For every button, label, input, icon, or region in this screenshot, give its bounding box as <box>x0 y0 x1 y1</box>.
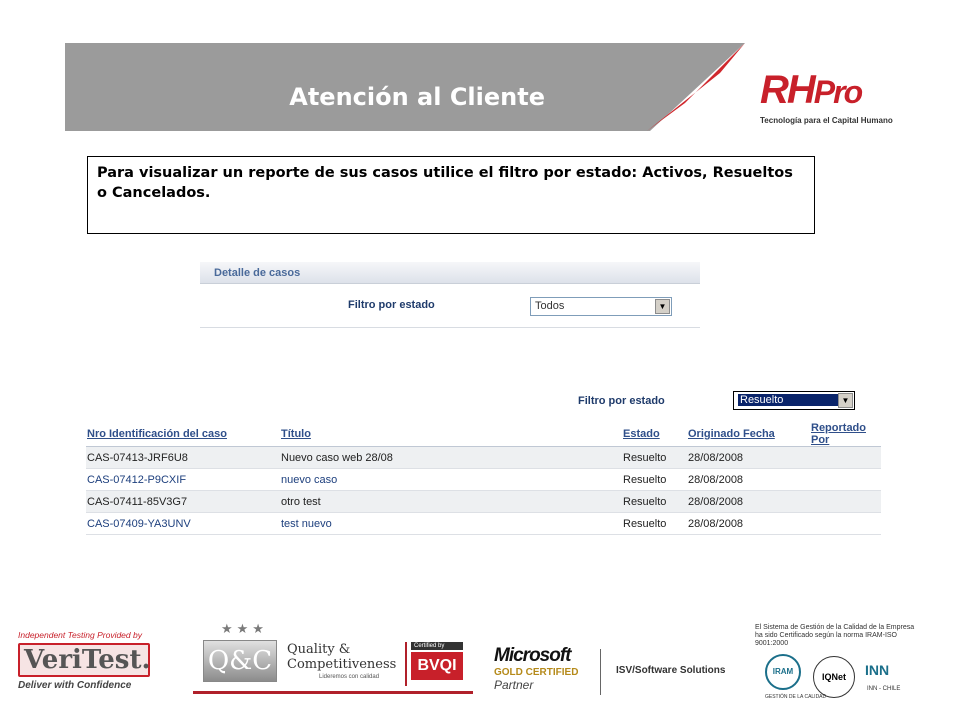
case-date: 28/08/2008 <box>687 512 810 535</box>
page-title: Atención al Cliente <box>289 83 545 111</box>
star-icon: ★★★ <box>221 622 268 637</box>
inn-logo: INN <box>865 662 890 678</box>
header-banner: Atención al Cliente <box>65 43 745 131</box>
column-header-title[interactable]: Título <box>280 422 622 447</box>
cases-status-value: Resuelto <box>738 394 838 406</box>
cases-status-select[interactable]: Resuelto ▼ <box>733 391 855 410</box>
case-status: Resuelto <box>622 468 687 491</box>
veritest-top-text: Independent Testing Provided by <box>18 630 142 640</box>
qc-divider <box>193 691 473 694</box>
case-title: Nuevo caso web 28/08 <box>280 446 622 469</box>
veritest-logo: Independent Testing Provided by VeriTest… <box>18 630 158 691</box>
qc-subtitle: Lideremos con calidad <box>319 674 380 680</box>
microsoft-gold-logo: Microsoft GOLD CERTIFIED Partner ISV/Sof… <box>494 645 744 697</box>
microsoft-isv: ISV/Software Solutions <box>616 665 726 676</box>
detail-title: Detalle de casos <box>200 262 700 284</box>
veritest-wordmark: VeriTest. <box>18 643 151 677</box>
table-row[interactable]: CAS-07409-YA3UNV test nuevo Resuelto 28/… <box>86 512 881 535</box>
column-header-id[interactable]: Nro Identificación del caso <box>86 422 280 447</box>
case-status: Resuelto <box>622 512 687 535</box>
detail-panel: Detalle de casos Filtro por estado Todos… <box>200 262 700 330</box>
case-id[interactable]: CAS-07411-85V3G7 <box>86 490 280 513</box>
case-date: 28/08/2008 <box>687 468 810 491</box>
info-box: Para visualizar un reporte de sus casos … <box>87 156 815 234</box>
case-title: otro test <box>280 490 622 513</box>
detail-status-select[interactable]: Todos ▼ <box>530 297 672 316</box>
case-date: 28/08/2008 <box>687 446 810 469</box>
logo-tagline: Tecnología para el Capital Humano <box>760 116 893 125</box>
bvqi-certified: Certified by <box>411 642 463 650</box>
microsoft-separator <box>600 649 601 695</box>
rhpro-logo: RHPro Tecnología para el Capital Humano <box>760 70 900 132</box>
microsoft-partner: Partner <box>494 678 534 692</box>
table-row[interactable]: CAS-07413-JRF6U8 Nuevo caso web 28/08 Re… <box>86 446 881 469</box>
case-status: Resuelto <box>622 446 687 469</box>
case-title: test nuevo <box>280 512 622 535</box>
iram-seal: IRAM <box>765 654 801 690</box>
inn-caption: INN - CHILE <box>867 686 901 692</box>
detail-filter-label: Filtro por estado <box>348 299 435 311</box>
quality-competitiveness-logo: ★★★ Q&C Quality & Competitiveness Lidere… <box>193 622 473 694</box>
microsoft-wordmark: Microsoft <box>494 645 572 666</box>
column-header-status[interactable]: Estado <box>622 422 687 447</box>
table-row[interactable]: CAS-07411-85V3G7 otro test Resuelto 28/0… <box>86 490 881 513</box>
table-header-row: Nro Identificación del caso Título Estad… <box>86 422 881 447</box>
column-header-date[interactable]: Originado Fecha <box>687 422 810 447</box>
case-reporter <box>810 446 881 469</box>
qc-title: Quality & Competitiveness <box>287 642 397 672</box>
cases-table: Nro Identificación del caso Título Estad… <box>86 422 881 535</box>
bvqi-logo: Certified by BVQI <box>405 642 463 686</box>
case-status: Resuelto <box>622 490 687 513</box>
detail-status-value: Todos <box>535 300 565 312</box>
table-row[interactable]: CAS-07412-P9CXIF nuevo caso Resuelto 28/… <box>86 468 881 491</box>
case-reporter <box>810 468 881 491</box>
bvqi-mark: BVQI <box>411 652 463 680</box>
cases-filter-label: Filtro por estado <box>578 395 665 407</box>
case-id[interactable]: CAS-07412-P9CXIF <box>86 468 280 491</box>
iram-caption: GESTIÓN DE LA CALIDAD <box>765 694 827 700</box>
iqnet-seal: IQNet <box>813 656 855 698</box>
iram-logos: IRAM GESTIÓN DE LA CALIDAD IQNet INN INN… <box>755 652 920 710</box>
qc-badge: Q&C <box>203 640 277 682</box>
detail-filter-row: Filtro por estado Todos ▼ <box>200 284 700 328</box>
case-reporter <box>810 490 881 513</box>
info-text: Para visualizar un reporte de sus casos … <box>97 165 793 201</box>
chevron-down-icon[interactable]: ▼ <box>655 299 670 314</box>
column-header-reporter[interactable]: Reportado Por <box>810 422 881 447</box>
case-id[interactable]: CAS-07413-JRF6U8 <box>86 446 280 469</box>
case-reporter <box>810 512 881 535</box>
chevron-down-icon[interactable]: ▼ <box>838 393 853 408</box>
iram-certification: El Sistema de Gestión de la Calidad de l… <box>755 624 920 712</box>
veritest-bottom-text: Deliver with Confidence <box>18 680 132 691</box>
iram-text: El Sistema de Gestión de la Calidad de l… <box>755 624 915 647</box>
logo-wordmark: RHPro <box>760 68 863 112</box>
case-title: nuevo caso <box>280 468 622 491</box>
case-date: 28/08/2008 <box>687 490 810 513</box>
case-id[interactable]: CAS-07409-YA3UNV <box>86 512 280 535</box>
